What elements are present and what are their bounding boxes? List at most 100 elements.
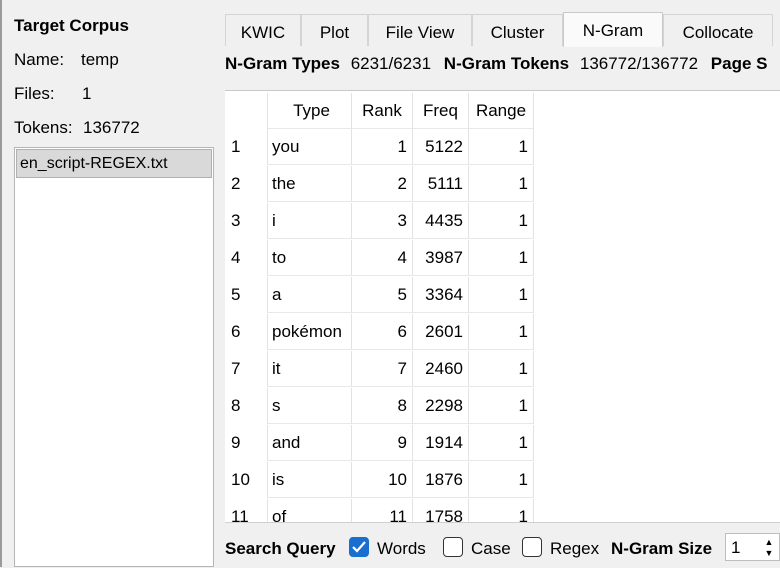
table-row[interactable]: 10 is 10 1876 1 — [225, 462, 535, 499]
cell-freq: 1876 — [412, 462, 468, 498]
cell-freq: 5111 — [412, 166, 468, 202]
cell-range: 1 — [468, 462, 534, 498]
cell-range: 1 — [468, 388, 534, 424]
table-row[interactable]: 2 the 2 5111 1 — [225, 166, 535, 203]
corpus-tokens-label: Tokens: — [14, 118, 73, 137]
tool-tabs: KWIC Plot File View Cluster N-Gram Collo… — [225, 12, 780, 47]
column-header-freq[interactable]: Freq — [412, 93, 468, 129]
row-index: 9 — [231, 433, 241, 452]
table-row[interactable]: 7 it 7 2460 1 — [225, 351, 535, 388]
cell-type: i — [267, 203, 351, 239]
row-index: 8 — [231, 396, 241, 415]
cell-rank: 3 — [351, 203, 412, 239]
cell-type: a — [267, 277, 351, 313]
table-row[interactable]: 4 to 4 3987 1 — [225, 240, 535, 277]
file-list-item[interactable]: en_script-REGEX.txt — [16, 149, 212, 178]
ngram-size-label: N-Gram Size — [611, 539, 713, 558]
corpus-files-value: 1 — [82, 84, 92, 103]
table-row[interactable]: 8 s 8 2298 1 — [225, 388, 535, 425]
cell-freq: 5122 — [412, 129, 468, 165]
cell-freq: 4435 — [412, 203, 468, 239]
cell-freq: 1914 — [412, 425, 468, 461]
table-row[interactable]: 11 of 11 1758 1 — [225, 499, 535, 522]
corpus-name-value: temp — [81, 50, 119, 69]
cell-type: is — [267, 462, 351, 498]
table-row[interactable]: 5 a 5 3364 1 — [225, 277, 535, 314]
checkmark-icon — [352, 541, 366, 553]
ngram-tokens-value: 136772/136772 — [579, 54, 699, 73]
ngram-tokens-label: N-Gram Tokens — [443, 54, 570, 73]
column-header-range[interactable]: Range — [468, 93, 534, 129]
ngram-results-table[interactable]: Type Rank Freq Range 1 you 1 5122 1 2 the 2 5111… — [225, 90, 780, 522]
row-index: 1 — [231, 137, 241, 156]
row-index: 4 — [231, 248, 241, 267]
corpus-tokens-row: Tokens: 136772 — [14, 118, 140, 138]
words-option-label[interactable]: Words — [377, 539, 426, 559]
regex-option-label[interactable]: Regex — [550, 539, 599, 559]
cell-type: of — [267, 499, 351, 522]
cell-range: 1 — [468, 425, 534, 461]
cell-rank: 5 — [351, 277, 412, 313]
tab-collocate[interactable]: Collocate — [663, 14, 773, 46]
cell-type: to — [267, 240, 351, 276]
corpus-file-list[interactable]: en_script-REGEX.txt — [14, 147, 214, 567]
cell-rank: 2 — [351, 166, 412, 202]
table-row[interactable]: 9 and 9 1914 1 — [225, 425, 535, 462]
words-checkbox[interactable] — [349, 537, 369, 557]
cell-range: 1 — [468, 314, 534, 350]
search-query-label: Search Query — [225, 539, 336, 558]
cell-rank: 7 — [351, 351, 412, 387]
row-index: 3 — [231, 211, 241, 230]
ngram-types-value: 6231/6231 — [350, 54, 432, 73]
tab-file-view[interactable]: File View — [368, 14, 472, 46]
column-header-rank[interactable]: Rank — [351, 93, 412, 129]
tab-n-gram[interactable]: N-Gram — [563, 12, 663, 47]
cell-freq: 1758 — [412, 499, 468, 522]
index-column-header — [231, 93, 267, 129]
cell-rank: 4 — [351, 240, 412, 276]
cell-freq: 3364 — [412, 277, 468, 313]
corpus-name-label: Name: — [14, 50, 65, 69]
row-index: 10 — [231, 470, 250, 489]
row-index: 11 — [231, 507, 249, 522]
row-index: 6 — [231, 322, 241, 341]
regex-checkbox[interactable] — [522, 537, 542, 557]
cell-type: the — [267, 166, 351, 202]
case-option-label[interactable]: Case — [471, 539, 511, 559]
cell-range: 1 — [468, 129, 534, 165]
corpus-files-row: Files: 1 — [14, 84, 91, 104]
column-header-type[interactable]: Type — [267, 93, 351, 129]
cell-type: s — [267, 388, 351, 424]
ngram-size-value[interactable]: 1 — [731, 538, 740, 558]
table-row[interactable]: 1 you 1 5122 1 — [225, 129, 535, 166]
cell-rank: 9 — [351, 425, 412, 461]
cell-freq: 2460 — [412, 351, 468, 387]
cell-rank: 6 — [351, 314, 412, 350]
cell-type: pokémon — [267, 314, 351, 350]
corpus-tokens-value: 136772 — [83, 118, 140, 137]
table-row[interactable]: 3 i 3 4435 1 — [225, 203, 535, 240]
spin-down-icon[interactable]: ▼ — [763, 547, 775, 559]
cell-freq: 3987 — [412, 240, 468, 276]
tab-cluster[interactable]: Cluster — [472, 14, 563, 46]
cell-range: 1 — [468, 240, 534, 276]
tab-plot[interactable]: Plot — [301, 14, 368, 46]
cell-rank: 11 — [351, 499, 412, 522]
cell-range: 1 — [468, 351, 534, 387]
table-header-row: Type Rank Freq Range — [225, 93, 535, 130]
tab-kwic[interactable]: KWIC — [225, 14, 301, 46]
cell-rank: 1 — [351, 129, 412, 165]
row-index: 2 — [231, 174, 241, 193]
target-corpus-title: Target Corpus — [14, 16, 129, 35]
case-checkbox[interactable] — [443, 537, 463, 557]
cell-range: 1 — [468, 166, 534, 202]
page-size-label: Page S — [710, 54, 768, 73]
cell-rank: 8 — [351, 388, 412, 424]
cell-type: you — [267, 129, 351, 165]
row-index: 7 — [231, 359, 241, 378]
ngram-size-spinner[interactable]: 1 ▲ ▼ — [725, 533, 780, 561]
cell-type: and — [267, 425, 351, 461]
table-row[interactable]: 6 pokémon 6 2601 1 — [225, 314, 535, 351]
window-edge — [0, 0, 2, 567]
cell-rank: 10 — [351, 462, 412, 498]
